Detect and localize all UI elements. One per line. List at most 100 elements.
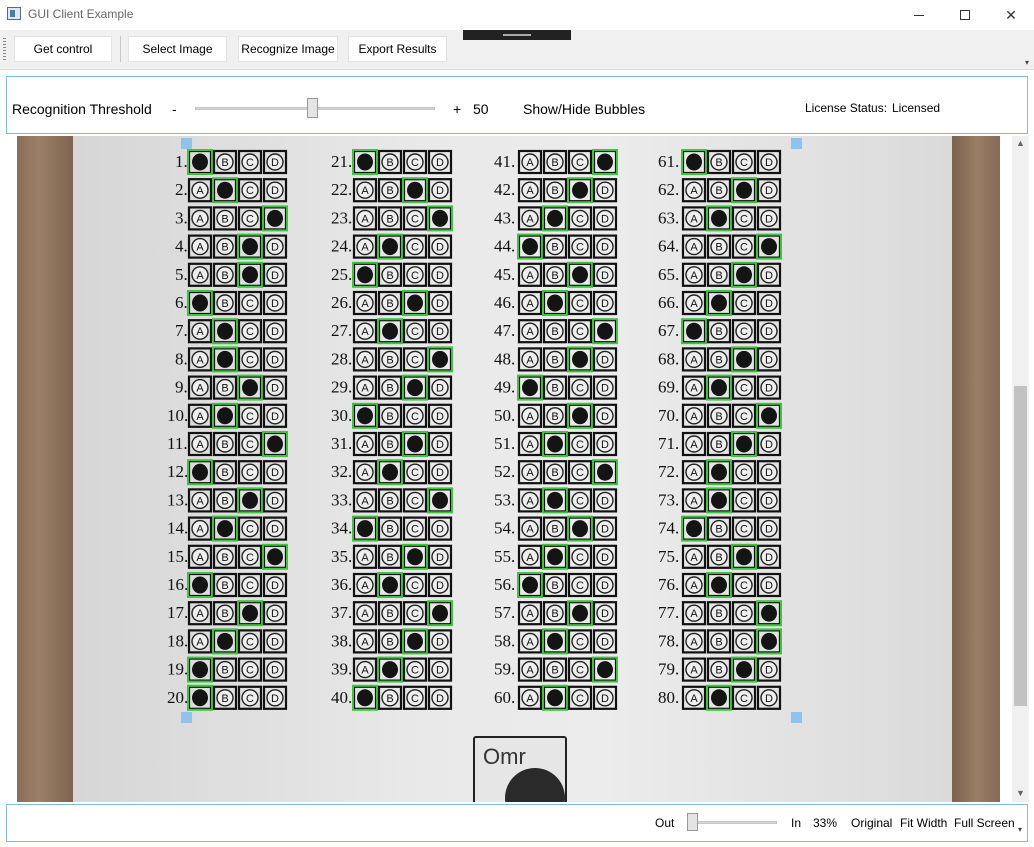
question-number: 20.	[167, 688, 188, 707]
window-title: GUI Client Example	[28, 7, 134, 21]
svg-text:A: A	[196, 524, 204, 536]
answer-bubble: D	[262, 629, 288, 654]
answer-bubble	[706, 290, 732, 316]
get-control-button[interactable]: Get control	[14, 36, 112, 62]
svg-text:C: C	[411, 411, 419, 423]
svg-text:D: D	[765, 580, 773, 592]
threshold-decrease-button[interactable]: -	[172, 101, 177, 117]
corner-marker[interactable]	[791, 712, 802, 723]
select-image-button[interactable]: Select Image	[128, 36, 227, 62]
svg-text:B: B	[221, 665, 228, 677]
svg-text:A: A	[690, 213, 698, 225]
svg-text:B: B	[715, 636, 722, 648]
corner-marker[interactable]	[791, 138, 802, 149]
svg-text:B: B	[551, 185, 558, 197]
answer-bubble	[237, 261, 263, 288]
svg-text:B: B	[715, 326, 722, 338]
recognize-image-button[interactable]: Recognize Image	[238, 36, 338, 62]
svg-text:A: A	[690, 298, 698, 310]
minimize-button[interactable]	[896, 0, 942, 30]
answer-bubble: C	[731, 488, 757, 513]
zoom-out-label[interactable]: Out	[655, 816, 674, 830]
threshold-increase-button[interactable]: +	[453, 101, 461, 117]
answer-bubble: B	[212, 488, 238, 513]
corner-marker[interactable]	[181, 138, 192, 149]
answer-bubble: C	[237, 431, 263, 457]
answer-bubble	[542, 431, 568, 457]
zoom-slider-thumb[interactable]	[687, 813, 698, 831]
answer-bubble	[212, 515, 238, 542]
svg-text:B: B	[386, 298, 393, 310]
answer-bubble: C	[237, 516, 263, 541]
svg-text:A: A	[690, 608, 698, 620]
answer-bubble	[237, 233, 263, 260]
answer-bubble: D	[262, 460, 288, 485]
zoom-bar: Out In 33% Original Fit Width Full Scree…	[6, 804, 1028, 842]
resize-grip-icon[interactable]: ▾	[1018, 825, 1022, 834]
answer-bubble	[517, 233, 543, 260]
corner-marker[interactable]	[181, 712, 192, 723]
svg-text:B: B	[386, 693, 393, 705]
answer-bubble: C	[402, 347, 428, 372]
threshold-slider-thumb[interactable]	[307, 98, 318, 118]
svg-text:A: A	[526, 354, 534, 366]
zoom-full-screen-button[interactable]: Full Screen	[954, 816, 1015, 830]
toolbar-grip[interactable]	[3, 38, 6, 60]
answer-bubble: B	[542, 460, 568, 485]
answer-bubble: B	[212, 685, 238, 710]
svg-text:D: D	[271, 665, 279, 677]
chevron-down-icon[interactable]: ▼	[1016, 788, 1025, 798]
answer-bubble: D	[427, 290, 453, 316]
zoom-fit-width-button[interactable]: Fit Width	[900, 816, 947, 830]
show-hide-bubbles-button[interactable]: Show/Hide Bubbles	[523, 101, 645, 117]
zoom-slider-track[interactable]	[687, 821, 777, 824]
svg-text:D: D	[601, 524, 609, 536]
chevron-up-icon[interactable]: ▲	[1016, 138, 1025, 148]
svg-text:D: D	[271, 354, 279, 366]
answer-bubble	[706, 205, 732, 232]
vertical-scrollbar[interactable]: ▲ ▼	[1012, 136, 1029, 802]
svg-text:A: A	[361, 298, 369, 310]
answer-bubble	[706, 572, 732, 598]
answer-bubble: B	[542, 516, 568, 541]
answer-bubble: C	[237, 572, 263, 598]
answer-bubble: A	[187, 319, 213, 344]
answer-bubble: C	[567, 319, 593, 344]
question-number: 37.	[331, 603, 352, 622]
svg-text:A: A	[196, 354, 204, 366]
svg-text:B: B	[551, 242, 558, 254]
toolbar-overflow-icon[interactable]: ▾	[1025, 58, 1029, 67]
scrollbar-thumb[interactable]	[1014, 386, 1027, 706]
answer-bubble: B	[377, 206, 403, 231]
answer-bubble: B	[212, 290, 238, 316]
answer-bubble: D	[427, 685, 453, 710]
export-results-button[interactable]: Export Results	[348, 36, 447, 62]
answer-bubble: D	[592, 488, 618, 513]
question-number: 6.	[175, 293, 188, 312]
answer-bubble	[352, 402, 378, 429]
zoom-in-label[interactable]: In	[791, 816, 801, 830]
answer-bubble	[517, 374, 543, 401]
answer-bubble: D	[427, 178, 453, 203]
toolbar: Get control Select Image Recognize Image…	[0, 30, 1034, 70]
panel-splitter-handle[interactable]	[463, 30, 571, 40]
answer-bubble: D	[262, 657, 288, 682]
answer-bubble	[377, 233, 403, 260]
answer-bubble: D	[427, 375, 453, 400]
svg-text:D: D	[271, 298, 279, 310]
answer-bubble: D	[427, 516, 453, 541]
answer-bubble: B	[542, 262, 568, 287]
question-number: 66.	[658, 293, 679, 312]
question-number: 3.	[175, 208, 188, 227]
svg-text:D: D	[765, 354, 773, 366]
close-button[interactable]: ✕	[988, 0, 1034, 30]
answer-bubble: B	[377, 262, 403, 287]
answer-bubble: A	[681, 178, 707, 203]
image-viewport[interactable]: 1. B C D 2. A C D 3. A B C 4. A B D 5. A B D 6. B C D 7. A C D 8. A C D…	[17, 136, 1000, 802]
svg-text:D: D	[601, 185, 609, 197]
svg-text:C: C	[411, 270, 419, 282]
zoom-original-button[interactable]: Original	[851, 816, 892, 830]
maximize-button[interactable]	[942, 0, 988, 30]
svg-text:A: A	[196, 636, 204, 648]
answer-bubble: B	[706, 403, 732, 428]
